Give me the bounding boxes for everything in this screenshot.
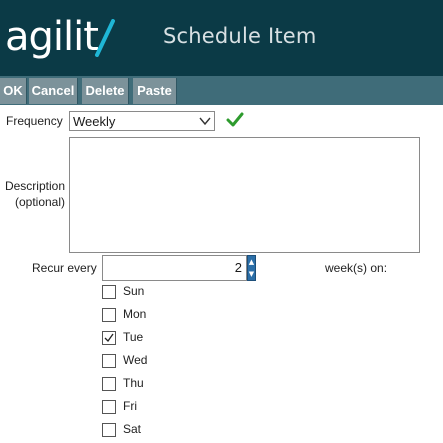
paste-button[interactable]: Paste xyxy=(133,78,177,104)
cancel-button[interactable]: Cancel xyxy=(29,78,78,104)
description-label: Description xyxy=(4,179,65,193)
ok-button[interactable]: OK xyxy=(0,78,27,104)
chevron-down-icon xyxy=(199,117,211,126)
spin-up-icon[interactable]: ▲ xyxy=(248,256,255,268)
day-label: Mon xyxy=(123,307,147,321)
checkbox[interactable] xyxy=(102,354,116,368)
app-header: agilit Schedule Item xyxy=(0,0,443,76)
day-label: Wed xyxy=(123,353,148,367)
day-label: Sun xyxy=(123,284,145,298)
description-textarea[interactable] xyxy=(69,137,420,253)
toolbar: OK Cancel Delete Paste xyxy=(0,76,443,105)
checkbox[interactable] xyxy=(102,285,116,299)
logo-slash-icon xyxy=(95,19,115,57)
recur-interval-input[interactable]: 2 xyxy=(102,255,247,281)
description-optional-label: (optional) xyxy=(14,195,65,209)
day-label: Thu xyxy=(123,376,144,390)
page-title: Schedule Item xyxy=(163,24,317,48)
recur-label: Recur every xyxy=(32,261,97,275)
checkmark-icon xyxy=(226,112,244,127)
checkbox[interactable] xyxy=(102,308,116,322)
checkbox-checked[interactable] xyxy=(102,331,116,345)
frequency-value: Weekly xyxy=(73,114,116,129)
checkbox[interactable] xyxy=(102,423,116,437)
delete-button[interactable]: Delete xyxy=(82,78,129,104)
recur-suffix-label: week(s) on: xyxy=(325,261,388,275)
checkbox[interactable] xyxy=(102,400,116,414)
frequency-select[interactable]: Weekly xyxy=(69,111,215,131)
logo-text: agilit xyxy=(5,14,99,60)
day-label: Fri xyxy=(123,399,137,413)
checkbox[interactable] xyxy=(102,377,116,391)
day-label: Tue xyxy=(123,330,144,344)
spin-down-icon[interactable]: ▼ xyxy=(248,268,255,280)
recur-spinner[interactable]: ▲ ▼ xyxy=(247,255,256,281)
checkmark-icon xyxy=(104,333,114,343)
frequency-label: Frequency xyxy=(6,114,63,128)
day-label: Sat xyxy=(123,422,142,436)
